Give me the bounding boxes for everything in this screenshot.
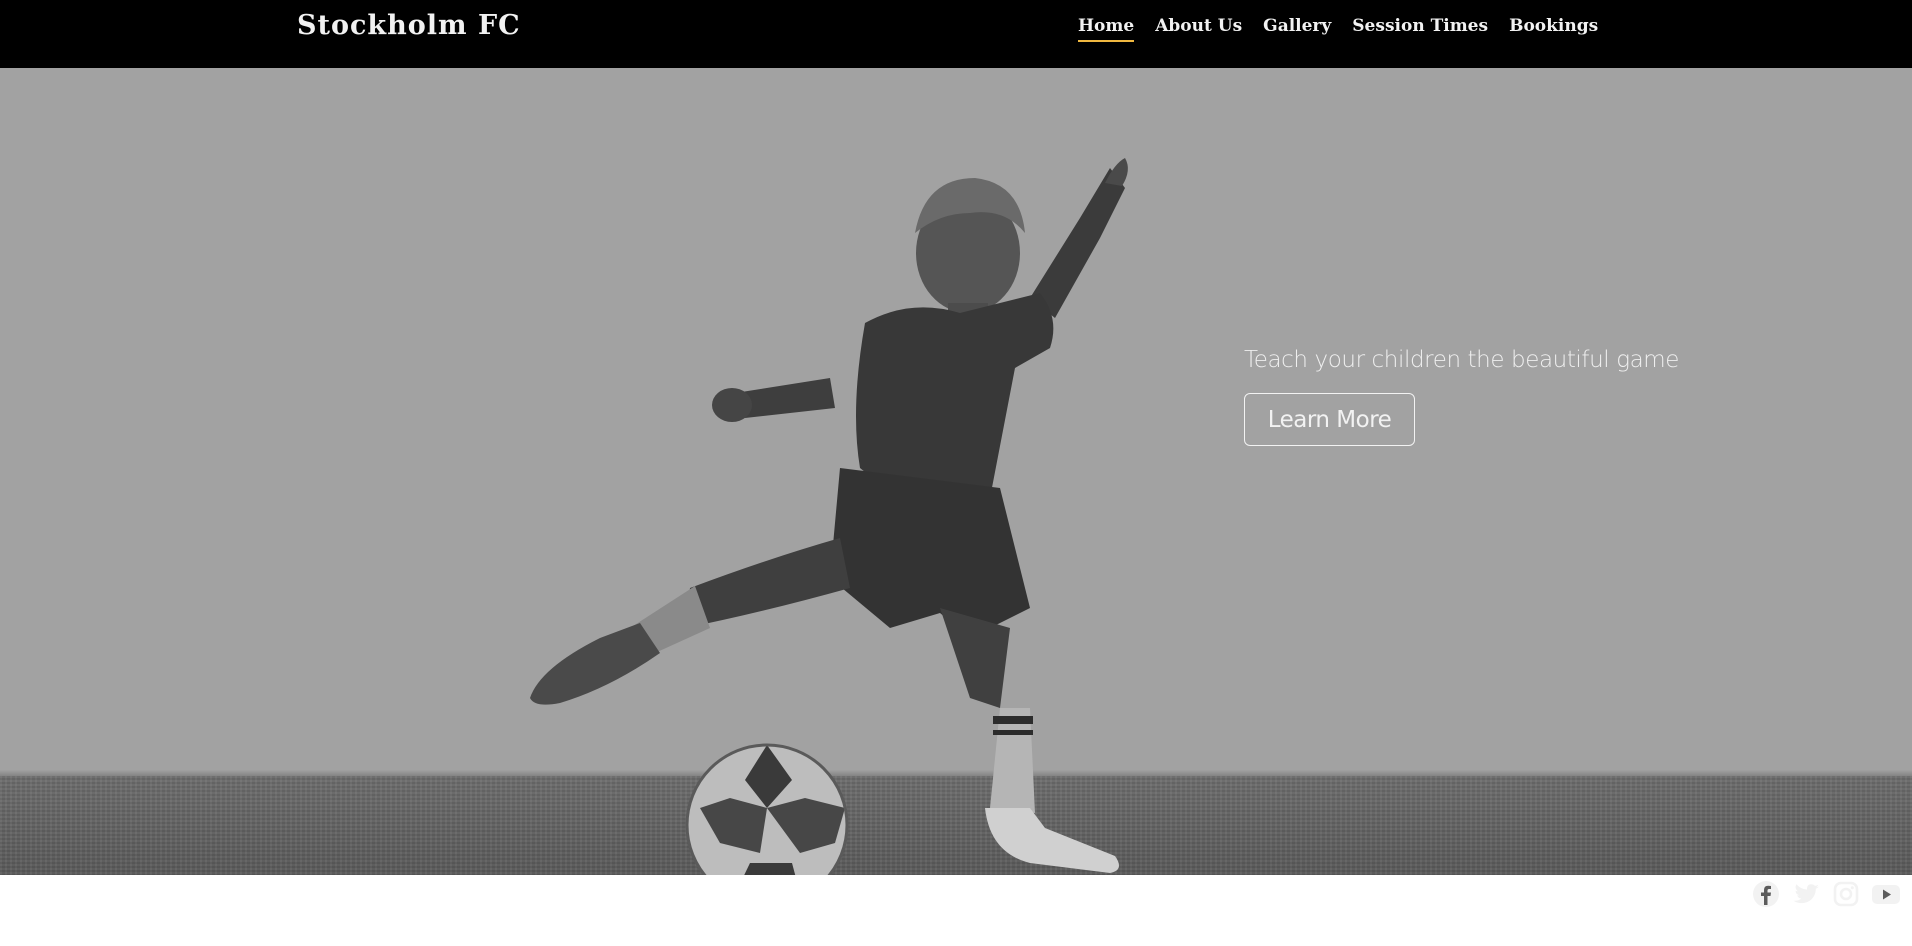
- instagram-icon[interactable]: [1830, 878, 1862, 910]
- navbar: Stockholm FC Home About Us Gallery Sessi…: [0, 0, 1912, 68]
- nav-link-gallery[interactable]: Gallery: [1263, 14, 1331, 42]
- hero-section: Teach your children the beautiful game L…: [0, 68, 1912, 946]
- facebook-icon[interactable]: [1750, 878, 1782, 910]
- youtube-icon[interactable]: [1870, 878, 1902, 910]
- learn-more-button[interactable]: Learn More: [1244, 393, 1415, 446]
- page: Stockholm FC Home About Us Gallery Sessi…: [0, 0, 1912, 946]
- hero-tagline: Teach your children the beautiful game: [1244, 347, 1680, 373]
- nav-link-session-times[interactable]: Session Times: [1352, 14, 1488, 42]
- nav-link-about-us[interactable]: About Us: [1155, 14, 1242, 42]
- social-links: [1750, 878, 1902, 910]
- nav-link-home[interactable]: Home: [1078, 14, 1135, 42]
- page-bottom-strip: [0, 875, 1912, 946]
- brand-logo[interactable]: Stockholm FC: [297, 8, 521, 44]
- twitter-icon[interactable]: [1790, 878, 1822, 910]
- nav-link-bookings[interactable]: Bookings: [1509, 14, 1598, 42]
- hero-player-image: [530, 158, 1128, 931]
- main-nav: Home About Us Gallery Session Times Book…: [1078, 14, 1598, 42]
